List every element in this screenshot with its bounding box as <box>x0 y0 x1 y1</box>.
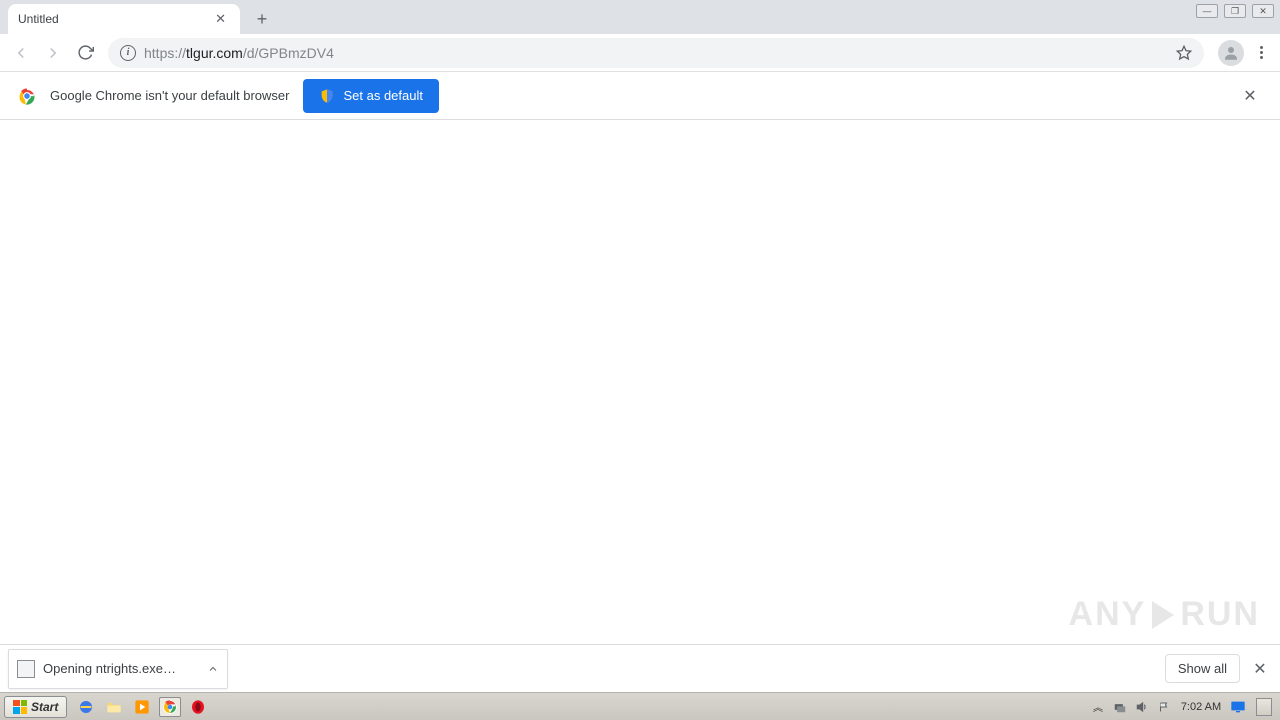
infobar-message: Google Chrome isn't your default browser <box>50 88 289 103</box>
profile-avatar[interactable] <box>1218 40 1244 66</box>
windows-logo-icon <box>13 700 27 714</box>
toolbar: i https://tlgur.com/d/GPBmzDV4 <box>0 34 1280 72</box>
watermark: ANY RUN <box>1069 595 1260 634</box>
start-button[interactable]: Start <box>4 696 67 718</box>
forward-button[interactable] <box>38 38 68 68</box>
file-icon <box>17 660 35 678</box>
chrome-logo-icon <box>18 87 36 105</box>
taskbar: Start ︽ <box>0 692 1280 720</box>
taskbar-opera-icon[interactable] <box>187 697 209 717</box>
new-tab-button[interactable]: + <box>248 5 276 33</box>
reload-button[interactable] <box>70 38 100 68</box>
system-tray: ︽ 7:02 AM <box>1090 698 1276 716</box>
download-item[interactable]: Opening ntrights.exe… <box>8 649 228 689</box>
download-filename: Opening ntrights.exe… <box>43 661 176 676</box>
minimize-button[interactable]: — <box>1196 4 1218 18</box>
window-controls: — ❐ ✕ <box>1196 4 1274 18</box>
tray-overflow-icon[interactable]: ︽ <box>1090 699 1106 715</box>
set-default-button[interactable]: Set as default <box>303 79 439 113</box>
show-desktop-button[interactable] <box>1256 698 1272 716</box>
tray-volume-icon[interactable] <box>1134 699 1150 715</box>
site-info-icon[interactable]: i <box>120 45 136 61</box>
tray-flag-icon[interactable] <box>1156 699 1172 715</box>
tray-monitor-icon[interactable] <box>1230 699 1246 715</box>
play-icon <box>1152 601 1174 629</box>
download-shelf-close-icon[interactable]: ✕ <box>1248 657 1272 681</box>
tab-strip: Untitled ✕ + — ❐ ✕ <box>0 0 1280 34</box>
close-window-button[interactable]: ✕ <box>1252 4 1274 18</box>
taskbar-media-icon[interactable] <box>131 697 153 717</box>
maximize-button[interactable]: ❐ <box>1224 4 1246 18</box>
browser-tab[interactable]: Untitled ✕ <box>8 4 240 34</box>
address-bar[interactable]: i https://tlgur.com/d/GPBmzDV4 <box>108 38 1204 68</box>
tab-title: Untitled <box>18 12 211 26</box>
taskbar-chrome-icon[interactable] <box>159 697 181 717</box>
infobar-close-icon[interactable]: ✕ <box>1238 84 1262 108</box>
show-all-downloads-button[interactable]: Show all <box>1165 654 1240 683</box>
download-shelf: Opening ntrights.exe… Show all ✕ <box>0 644 1280 692</box>
taskbar-explorer-icon[interactable] <box>103 697 125 717</box>
set-default-label: Set as default <box>343 88 423 103</box>
default-browser-infobar: Google Chrome isn't your default browser… <box>0 72 1280 120</box>
page-content: ANY RUN <box>0 120 1280 644</box>
back-button[interactable] <box>6 38 36 68</box>
chrome-menu-button[interactable] <box>1248 40 1274 66</box>
bookmark-star-icon[interactable] <box>1176 45 1192 61</box>
url-text: https://tlgur.com/d/GPBmzDV4 <box>144 45 1168 61</box>
shield-icon <box>319 88 335 104</box>
tray-network-icon[interactable] <box>1112 699 1128 715</box>
taskbar-clock[interactable]: 7:02 AM <box>1178 701 1224 713</box>
chevron-up-icon[interactable] <box>207 663 219 675</box>
tab-close-icon[interactable]: ✕ <box>211 9 230 29</box>
start-label: Start <box>31 700 58 714</box>
taskbar-ie-icon[interactable] <box>75 697 97 717</box>
